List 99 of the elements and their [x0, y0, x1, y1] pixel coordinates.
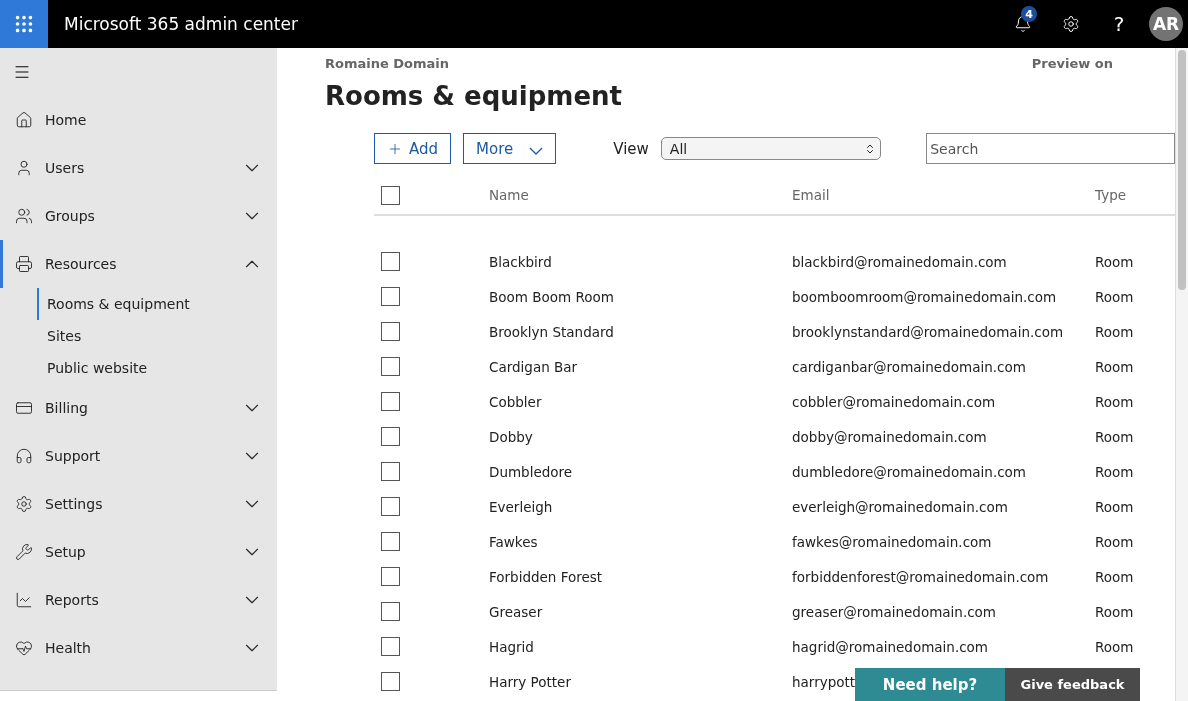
checkbox[interactable] — [381, 637, 400, 656]
table-cell-text: cardiganbar@romainedomain.com — [792, 358, 1027, 375]
table-cell-text: cobbler@romainedomain.com — [792, 393, 997, 410]
checkbox[interactable] — [381, 462, 400, 481]
app-title: Microsoft 365 admin center — [64, 14, 299, 34]
table-cell-text: Greaser — [489, 603, 544, 620]
table-cell-text: Room — [1095, 393, 1135, 410]
heart-pulse-icon — [15, 639, 33, 657]
table-cell-text: Room — [1095, 498, 1135, 515]
checkbox[interactable] — [381, 567, 400, 586]
table-cell-text: Room — [1095, 638, 1135, 655]
app-launcher-button[interactable] — [0, 0, 48, 48]
chevron-down-icon — [529, 146, 544, 155]
help-button[interactable]: ? — [1095, 0, 1143, 48]
table-cell-text: Fawkes — [489, 533, 539, 550]
table-cell-text: forbiddenforest@romainedomain.com — [792, 568, 1050, 585]
checkbox[interactable] — [381, 602, 400, 621]
credit-card-icon — [15, 399, 33, 417]
view-select[interactable]: All — [660, 137, 882, 160]
group-icon — [15, 207, 33, 225]
table-cell-text: brooklynstandard@romainedomain.com — [792, 323, 1065, 340]
line-chart-icon — [15, 591, 33, 609]
checkbox[interactable] — [381, 357, 400, 376]
checkbox[interactable] — [381, 252, 400, 271]
settings-icon — [15, 495, 33, 513]
table-cell-text: Everleigh — [489, 498, 554, 515]
nav-item[interactable]: Billing — [0, 384, 277, 432]
nav-item[interactable]: Settings — [0, 480, 277, 528]
feedback-button[interactable]: Give feedback — [1005, 668, 1140, 701]
table-cell: harrypott — [792, 673, 856, 690]
search-field[interactable]: Search — [926, 133, 1175, 164]
need-help-button[interactable]: Need help? — [855, 668, 1005, 701]
checkbox[interactable] — [381, 532, 400, 551]
table-cell-text: Brooklyn Standard — [489, 323, 615, 340]
nav-subitem[interactable]: Rooms & equipment — [37, 288, 237, 320]
table-cell-text: boomboomroom@romainedomain.com — [792, 288, 1058, 305]
grid-dots-icon — [13, 13, 35, 35]
table-cell-text: blackbird@romainedomain.com — [792, 253, 1008, 270]
notifications-button[interactable]: 4 — [999, 0, 1047, 48]
nav-item[interactable]: Users — [0, 144, 277, 192]
table-cell-text: Room — [1095, 358, 1135, 375]
table-cell-text: Blackbird — [489, 253, 553, 270]
table-cell-text: fawkes@romainedomain.com — [792, 533, 993, 550]
table-cell-text: Room — [1095, 533, 1135, 550]
user-icon — [15, 159, 33, 177]
table-cell-text: Boom Boom Room — [489, 288, 615, 305]
table-cell-text: Dobby — [489, 428, 534, 445]
nav-item[interactable]: Health — [0, 624, 277, 672]
nav-item[interactable]: Home — [0, 96, 277, 144]
page-title: Rooms & equipment — [325, 81, 624, 111]
table-cell-text: Hagrid — [489, 638, 535, 655]
table-cell-text: Cardigan Bar — [489, 358, 579, 375]
nav-item[interactable]: Resources — [0, 240, 277, 288]
checkbox[interactable] — [381, 185, 400, 205]
checkbox[interactable] — [381, 287, 400, 306]
home-icon — [15, 111, 33, 129]
nav-item[interactable]: Groups — [0, 192, 277, 240]
more-button[interactable]: More — [463, 133, 557, 164]
avatar[interactable]: AR — [1149, 7, 1183, 41]
table-cell-text: Room — [1095, 568, 1135, 585]
table-cell-text: greaser@romainedomain.com — [792, 603, 998, 620]
headset-icon — [15, 447, 33, 465]
table-cell-text: dobby@romainedomain.com — [792, 428, 988, 445]
nav-subitem[interactable]: Public website — [37, 352, 237, 384]
checkbox[interactable] — [381, 322, 400, 341]
view-label: View — [613, 139, 649, 158]
table-cell-text: Room — [1095, 253, 1135, 270]
table-cell-text: Room — [1095, 288, 1135, 305]
menu-icon — [13, 63, 31, 81]
nav-item[interactable]: Reports — [0, 576, 277, 624]
table-cell-text: Dumbledore — [489, 463, 574, 480]
breadcrumb[interactable]: Romaine Domain — [325, 56, 450, 71]
nav-subitem[interactable]: Sites — [37, 320, 237, 352]
preview-toggle[interactable]: Preview on — [1031, 56, 1113, 71]
checkbox[interactable] — [381, 427, 400, 446]
table-cell-text: Cobbler — [489, 393, 543, 410]
table-cell-text: Forbidden Forest — [489, 568, 604, 585]
table-cell-text: everleigh@romainedomain.com — [792, 498, 1009, 515]
column-header[interactable]: Type — [1095, 187, 1175, 203]
table-cell-text: dumbledore@romainedomain.com — [792, 463, 1028, 480]
add-button[interactable]: Add — [374, 133, 452, 164]
table-cell-text: hagrid@romainedomain.com — [792, 638, 989, 655]
column-header[interactable]: Email — [792, 187, 1095, 203]
table-cell-text: Harry Potter — [489, 673, 572, 690]
nav-item[interactable]: Support — [0, 432, 277, 480]
column-header[interactable]: Name — [489, 187, 792, 203]
printer-icon — [15, 255, 33, 273]
table-cell-text: Room — [1095, 428, 1135, 445]
table-cell-text: Room — [1095, 463, 1135, 480]
table-cell-text: Room — [1095, 603, 1135, 620]
settings-icon — [1062, 15, 1080, 33]
nav-item[interactable]: Setup — [0, 528, 277, 576]
wrench-icon — [15, 543, 33, 561]
checkbox[interactable] — [381, 392, 400, 411]
table-cell-text: Room — [1095, 323, 1135, 340]
checkbox[interactable] — [381, 672, 400, 691]
scrollbar-thumb[interactable] — [1178, 50, 1186, 290]
notification-badge: 4 — [1021, 6, 1037, 22]
checkbox[interactable] — [381, 497, 400, 516]
